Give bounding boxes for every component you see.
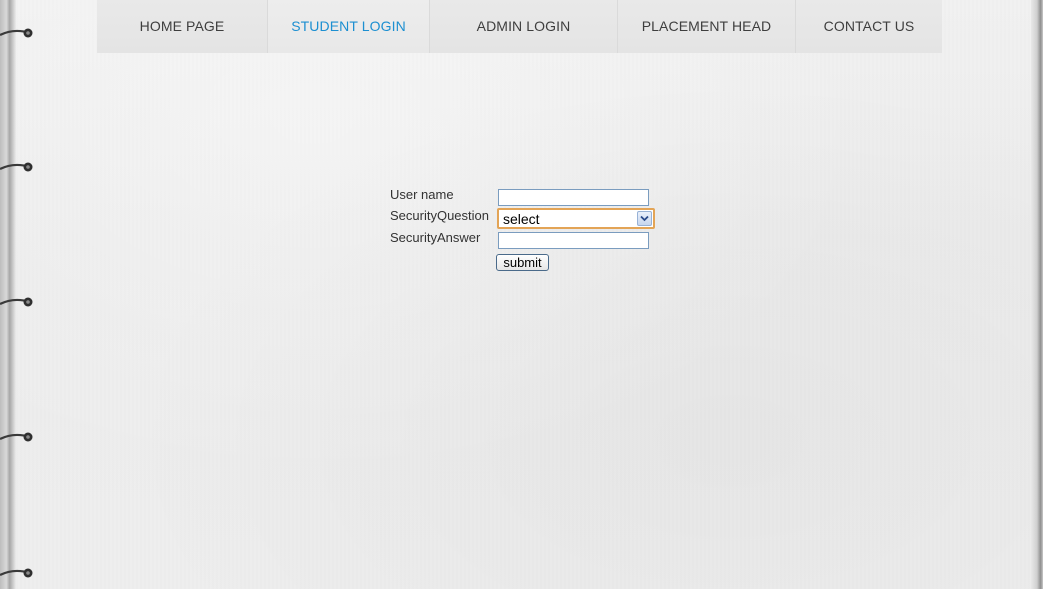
security-question-label: SecurityQuestion bbox=[390, 208, 489, 223]
nav-student-login[interactable]: STUDENT LOGIN bbox=[268, 0, 430, 53]
binder-ring-icon bbox=[0, 432, 33, 442]
paper-right-edge bbox=[1031, 0, 1043, 589]
security-answer-input[interactable] bbox=[498, 232, 649, 249]
submit-button[interactable]: submit bbox=[496, 254, 549, 271]
nav-placement-head[interactable]: PLACEMENT HEAD bbox=[618, 0, 796, 53]
nav-admin-login[interactable]: ADMIN LOGIN bbox=[430, 0, 618, 53]
binder-ring-icon bbox=[0, 162, 33, 172]
page-background: HOME PAGE STUDENT LOGIN ADMIN LOGIN PLAC… bbox=[0, 0, 1043, 589]
username-input[interactable] bbox=[498, 189, 649, 206]
security-answer-label: SecurityAnswer bbox=[390, 230, 481, 245]
username-label: User name bbox=[390, 187, 454, 202]
nav-home-page[interactable]: HOME PAGE bbox=[97, 0, 268, 53]
paper-texture bbox=[0, 0, 1043, 589]
top-nav: HOME PAGE STUDENT LOGIN ADMIN LOGIN PLAC… bbox=[97, 0, 942, 53]
security-question-selected: select bbox=[503, 210, 540, 227]
binder-ring-icon bbox=[0, 568, 33, 578]
binder-ring-icon bbox=[0, 28, 33, 38]
security-question-select[interactable]: select bbox=[497, 208, 655, 229]
binder-ring-icon bbox=[0, 297, 33, 307]
chevron-down-icon[interactable] bbox=[637, 211, 652, 226]
nav-contact-us[interactable]: CONTACT US bbox=[796, 0, 942, 53]
